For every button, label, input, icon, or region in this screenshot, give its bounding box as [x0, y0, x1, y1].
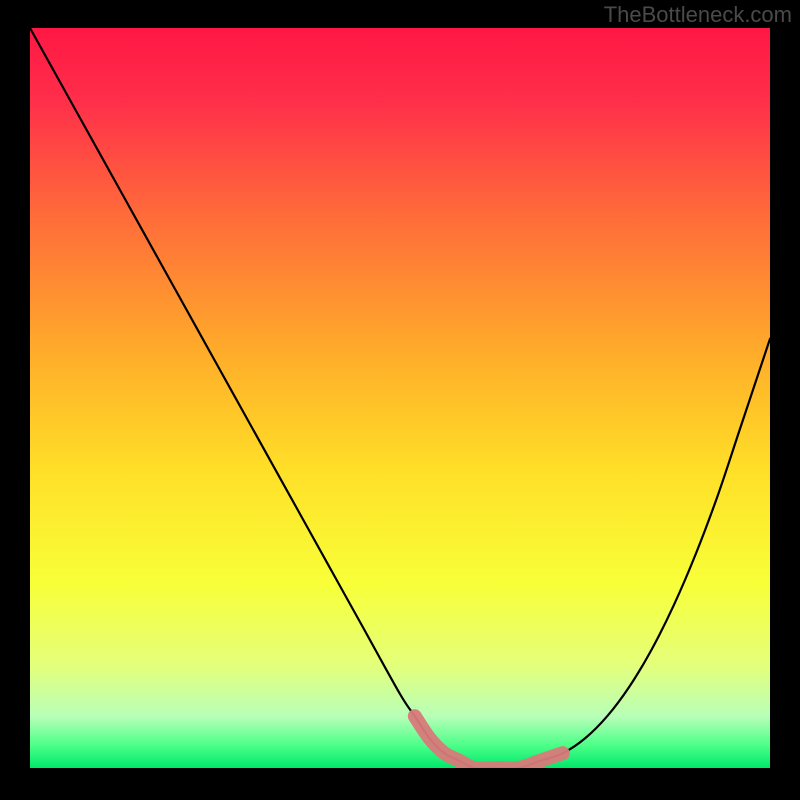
chart-plot-area — [30, 28, 770, 768]
watermark-text: TheBottleneck.com — [604, 2, 792, 28]
chart-svg — [30, 28, 770, 768]
chart-background-gradient — [30, 28, 770, 768]
